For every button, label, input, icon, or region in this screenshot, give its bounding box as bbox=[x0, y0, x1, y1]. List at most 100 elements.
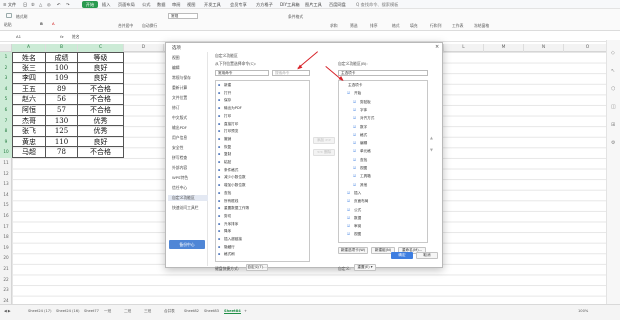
command-item[interactable]: 保存 bbox=[224, 98, 231, 103]
close-icon[interactable]: × bbox=[435, 44, 439, 50]
nav-item[interactable]: 编辑 bbox=[172, 65, 180, 71]
checkbox-icon[interactable]: ☑ bbox=[347, 199, 350, 203]
ribbon-tree-item[interactable]: 页面布局 bbox=[354, 199, 368, 204]
ribbon-row-col[interactable]: 行和列 bbox=[430, 23, 441, 29]
command-item[interactable]: 恢复 bbox=[224, 145, 231, 150]
ribbon-tree-item[interactable]: 单元格 bbox=[360, 149, 371, 154]
table-cell[interactable]: 良好 bbox=[78, 73, 124, 84]
row-header[interactable]: 20 bbox=[0, 253, 12, 264]
customize-button[interactable]: 自定义(T)... bbox=[246, 264, 268, 271]
ribbon-tree-item[interactable]: 插入 bbox=[354, 191, 361, 196]
table-header-cell[interactable]: 姓名 bbox=[12, 52, 46, 63]
sheet-tab[interactable]: 三班 bbox=[144, 309, 151, 314]
checkbox-icon[interactable]: ☑ bbox=[347, 232, 350, 236]
nav-item[interactable]: 自定义功能区 bbox=[168, 195, 208, 201]
preview-icon[interactable]: △ bbox=[39, 2, 42, 7]
ribbon-tree-item[interactable]: 主选项卡 bbox=[348, 83, 362, 88]
table-cell[interactable]: 马超 bbox=[12, 147, 46, 158]
table-cell[interactable]: 57 bbox=[46, 105, 78, 116]
table-cell[interactable]: 100 bbox=[46, 62, 78, 74]
ribbon-tree-item[interactable]: 开始 bbox=[354, 91, 361, 96]
ribbon-merge[interactable]: 合并居中 bbox=[118, 23, 133, 29]
ribbon-tree-item[interactable]: 其他 bbox=[360, 183, 367, 188]
print-icon[interactable]: ⑤ bbox=[31, 2, 35, 7]
nav-item[interactable]: 快速访问工具栏 bbox=[172, 205, 199, 211]
ribbon-tree-item[interactable]: 数字 bbox=[360, 125, 367, 130]
save-icon[interactable]: 日 bbox=[23, 2, 27, 8]
tab-picture-tools[interactable]: 图片工具 bbox=[305, 2, 322, 8]
row-header[interactable]: 11 bbox=[0, 158, 12, 169]
row-header[interactable]: 16 bbox=[0, 211, 12, 222]
ribbon-tree-item[interactable]: 查找 bbox=[360, 158, 367, 163]
checkbox-icon[interactable]: ☑ bbox=[347, 208, 350, 212]
table-cell[interactable]: 优秀 bbox=[78, 126, 124, 137]
select-all-corner[interactable] bbox=[0, 44, 12, 52]
move-up-icon[interactable]: ▲ bbox=[430, 135, 433, 140]
column-header-b[interactable]: B bbox=[46, 44, 78, 52]
command-item[interactable]: 格式刷 bbox=[224, 252, 235, 257]
ribbon-tree[interactable]: 主选项卡 ☑ 开始 ☑ 剪贴板 ☑ 字体 ☑ 对齐方式 ☑ 数字 ☑ 格式 ☑ 编辑 ☑ 单元格 ☑ 查找 ☑ 视图 ☑ 工… bbox=[338, 80, 428, 243]
number-format-select[interactable]: 常规 bbox=[168, 13, 198, 19]
sheet-tab[interactable]: 二班 bbox=[124, 309, 131, 314]
nav-item[interactable]: 用户信息 bbox=[172, 135, 187, 141]
fx-icon[interactable]: fx bbox=[60, 34, 64, 39]
table-cell[interactable]: 李四 bbox=[12, 73, 46, 84]
nav-item[interactable]: 重新计算 bbox=[172, 85, 187, 91]
reset-button[interactable]: 重置(E) ▾ bbox=[354, 264, 376, 271]
command-item[interactable]: 增加小数位数 bbox=[224, 183, 246, 188]
row-header[interactable]: 2 bbox=[0, 62, 12, 74]
ribbon-wrap[interactable]: 自动换行 bbox=[142, 23, 157, 29]
nav-item[interactable]: 常规与保存 bbox=[172, 75, 191, 81]
tab-diy[interactable]: DIY工具箱 bbox=[280, 2, 300, 8]
row-header[interactable]: 15 bbox=[0, 200, 12, 211]
row-header[interactable]: 4 bbox=[0, 83, 12, 95]
ribbon-tree-item[interactable]: 工具箱 bbox=[360, 174, 371, 179]
file-menu[interactable]: ≡ 文件 bbox=[3, 2, 16, 8]
shape-icon[interactable]: ⬡ bbox=[611, 86, 615, 92]
checkbox-icon[interactable]: ☑ bbox=[347, 216, 350, 220]
ribbon-tree-item[interactable]: 对齐方式 bbox=[360, 116, 374, 121]
checkbox-icon[interactable]: ☑ bbox=[353, 183, 356, 187]
command-search-input[interactable]: 搜索命令 bbox=[272, 70, 310, 76]
formula-input[interactable]: 姓名 bbox=[72, 34, 80, 40]
remove-button[interactable]: << 删除 bbox=[313, 149, 335, 156]
tab-fangfang[interactable]: 方方格子 bbox=[256, 2, 273, 8]
command-item[interactable]: 直接打印 bbox=[224, 122, 238, 127]
ribbon-format-painter[interactable]: 格式刷 bbox=[16, 14, 27, 20]
sheet-tab[interactable]: Sheet24 (16) bbox=[56, 309, 79, 313]
command-item[interactable]: 条件格式 bbox=[224, 168, 238, 173]
paste-icon[interactable] bbox=[6, 13, 12, 18]
command-item[interactable]: 所有框线 bbox=[224, 199, 238, 204]
font-color-icon[interactable]: A bbox=[52, 21, 55, 26]
add-sheet-button[interactable]: + bbox=[244, 309, 247, 313]
command-item[interactable]: 降序 bbox=[224, 229, 231, 234]
table-cell[interactable]: 赵六 bbox=[12, 94, 46, 105]
row-header[interactable]: 17 bbox=[0, 222, 12, 233]
command-item[interactable]: 隐藏行 bbox=[224, 245, 235, 250]
sheet-tab[interactable]: 一班 bbox=[104, 309, 111, 314]
nav-item[interactable]: 中文版式 bbox=[172, 115, 187, 121]
sheet-tab[interactable]: Sheet84 bbox=[224, 309, 241, 314]
ribbon-freeze[interactable]: 冻结窗格 bbox=[474, 23, 489, 29]
row-header[interactable]: 6 bbox=[0, 105, 12, 116]
row-header[interactable]: 9 bbox=[0, 136, 12, 148]
move-down-icon[interactable]: ▼ bbox=[430, 147, 433, 152]
table-cell[interactable]: 张飞 bbox=[12, 126, 46, 137]
command-item[interactable]: 减少小数位数 bbox=[224, 175, 246, 180]
command-item[interactable]: 升序排序 bbox=[224, 222, 238, 227]
checkbox-icon[interactable]: ☑ bbox=[353, 125, 356, 129]
table-cell[interactable]: 130 bbox=[46, 115, 78, 127]
column-header-n[interactable]: N bbox=[524, 44, 564, 52]
select-icon[interactable]: ↖ bbox=[611, 68, 615, 74]
export-icon[interactable]: ◎ bbox=[47, 2, 51, 7]
column-header-d[interactable]: D bbox=[124, 44, 164, 52]
command-source-select[interactable]: 常用命令 bbox=[215, 70, 269, 76]
row-header[interactable]: 12 bbox=[0, 169, 12, 180]
nav-item[interactable]: 外部内容 bbox=[172, 165, 187, 171]
properties-icon[interactable]: ◇ bbox=[611, 50, 615, 56]
table-header-cell[interactable]: 成绩 bbox=[46, 52, 78, 63]
settings-icon[interactable]: ⚙ bbox=[611, 140, 615, 146]
ribbon-tree-item[interactable]: 公式 bbox=[354, 208, 361, 213]
command-item[interactable]: 新建 bbox=[224, 83, 231, 88]
undo-icon[interactable]: ↶ bbox=[57, 2, 61, 7]
